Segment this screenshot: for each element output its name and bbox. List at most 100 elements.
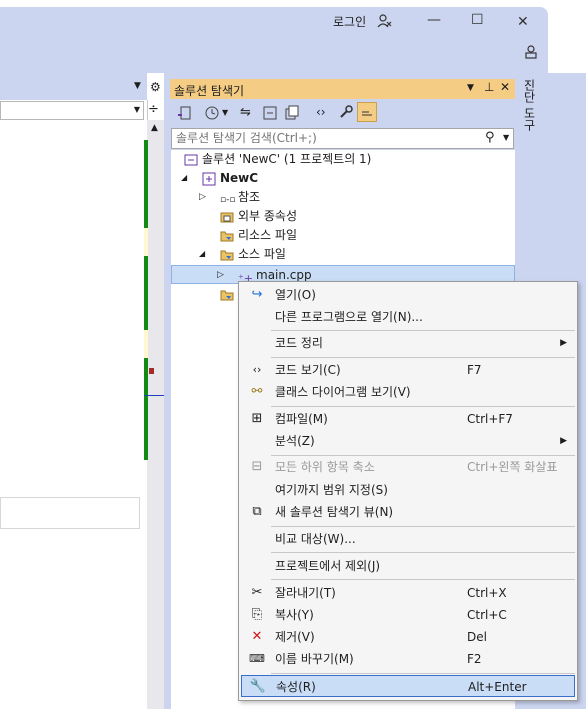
expand-arrow-icon[interactable]: ◢: [199, 249, 205, 258]
open-icon: ↪: [251, 287, 263, 302]
wrench-icon: 🔧: [249, 679, 267, 694]
menu-separator: [271, 526, 575, 527]
diagnostic-tools-tab[interactable]: 진단 도구: [522, 79, 538, 131]
history-icon[interactable]: [204, 105, 220, 124]
login-label[interactable]: 로그인: [333, 13, 366, 30]
tree-item-label: main.cpp: [256, 268, 312, 282]
menu-item-code-cleanup[interactable]: 코드 정리 ▶: [241, 332, 575, 354]
chevron-down-icon: ▼: [133, 105, 140, 114]
tree-item-references[interactable]: ▫-▫ 참조: [220, 188, 260, 207]
menu-item-scope-to-this[interactable]: 여기까지 범위 지정(S): [241, 479, 575, 501]
menu-item-view-code[interactable]: ‹› 코드 보기(C) F7: [241, 359, 575, 381]
editor-tab-strip: ▼: [0, 73, 147, 100]
solution-search-box[interactable]: ⚲ ▼: [171, 128, 514, 149]
search-icon[interactable]: ⚲: [485, 130, 495, 145]
account-icon[interactable]: [376, 13, 392, 32]
submenu-arrow-icon: ▶: [560, 338, 567, 348]
menu-separator: [271, 552, 575, 553]
rename-icon: ⌨: [249, 652, 265, 665]
tree-item-label: 리소스 파일: [238, 228, 298, 242]
cut-icon: ✂: [251, 585, 263, 600]
class-diagram-icon: ⚯: [251, 384, 263, 399]
code-view-icon[interactable]: ‹›: [316, 105, 326, 119]
chevron-down-icon[interactable]: ▼: [222, 108, 228, 117]
maximize-button[interactable]: ☐: [471, 12, 484, 28]
menu-item-properties[interactable]: 🔧 속성(R) Alt+Enter: [241, 675, 575, 697]
error-marker: [149, 368, 154, 374]
pin-icon[interactable]: ⊥: [484, 80, 494, 94]
menu-item-rename[interactable]: ⌨ 이름 바꾸기(M) F2: [241, 648, 575, 670]
solution-search-input[interactable]: [172, 129, 480, 147]
dropdown-arrow-icon[interactable]: ▼: [134, 81, 141, 91]
folder-icon: [220, 248, 234, 262]
tree-item-label: 외부 종속성: [238, 209, 298, 223]
menu-separator: [271, 357, 575, 358]
close-button[interactable]: ✕: [517, 14, 529, 30]
title-bar: [0, 7, 548, 73]
copy-icon: ⎘: [251, 607, 263, 622]
feedback-icon[interactable]: [523, 44, 539, 63]
tree-item-resource-files[interactable]: 리소스 파일: [220, 226, 297, 245]
menu-item-new-explorer-view[interactable]: ⧉ 새 솔루션 탐색기 뷰(N): [241, 501, 575, 523]
menu-separator: [271, 673, 575, 674]
change-marker: [144, 330, 148, 358]
show-all-files-icon[interactable]: [284, 105, 300, 124]
wrench-icon[interactable]: [338, 104, 354, 123]
menu-separator: [271, 406, 575, 407]
menu-item-compare-with[interactable]: 비교 대상(W)...: [241, 528, 575, 550]
panel-menu-icon[interactable]: ▼: [467, 83, 474, 93]
menu-item-class-diagram[interactable]: ⚯ 클래스 다이어그램 보기(V): [241, 381, 575, 403]
change-marker: [144, 228, 148, 256]
menu-separator: [271, 330, 575, 331]
tree-item-project[interactable]: NewC: [202, 169, 258, 188]
new-view-icon: ⧉: [252, 504, 262, 519]
solution-explorer-toolbar: ▼ ⇋ ‹›: [170, 100, 515, 127]
code-icon: ‹›: [252, 363, 262, 376]
menu-item-analyze[interactable]: 분석(Z) ▶: [241, 430, 575, 452]
collapse-all-icon[interactable]: [262, 105, 278, 124]
menu-item-compile[interactable]: ⊞ 컴파일(M) Ctrl+F7: [241, 408, 575, 430]
tree-item-header-files[interactable]: [220, 285, 238, 304]
editor-bottom-panel: [0, 497, 140, 529]
expand-arrow-icon[interactable]: ◢: [181, 173, 187, 182]
folder-icon: [220, 288, 234, 302]
tree-item-solution[interactable]: 솔루션 'NewC' (1 프로젝트의 1): [184, 150, 371, 169]
delete-icon: ✕: [251, 629, 263, 644]
tree-item-external-deps[interactable]: 외부 종속성: [220, 207, 297, 226]
chevron-down-icon[interactable]: ▼: [503, 133, 509, 142]
collapsed-arrow-icon[interactable]: ▷: [217, 266, 224, 285]
solution-explorer-title: 솔루션 탐색기: [174, 84, 245, 98]
tree-item-source-files[interactable]: 소스 파일: [220, 245, 286, 264]
code-editor[interactable]: [0, 100, 148, 709]
preview-selected-icon[interactable]: [357, 102, 377, 122]
close-icon[interactable]: ✕: [500, 80, 510, 94]
menu-item-open[interactable]: ↪ 열기(O): [241, 284, 575, 306]
external-deps-icon: [220, 210, 234, 224]
split-icon[interactable]: ÷: [148, 102, 159, 117]
menu-item-cut[interactable]: ✂ 잘라내기(T) Ctrl+X: [241, 582, 575, 604]
editor-scrollbar[interactable]: ▲: [147, 120, 164, 709]
menu-separator: [271, 579, 575, 580]
tree-item-label: 참조: [238, 190, 261, 204]
tree-item-label: 소스 파일: [238, 247, 286, 261]
editor-navigation-combo[interactable]: ▼: [0, 101, 144, 120]
change-tracking-bar: [144, 140, 148, 460]
caret-line-marker: [144, 395, 164, 396]
solution-icon: [184, 153, 198, 167]
menu-item-open-with[interactable]: 다른 프로그램으로 열기(N)...: [241, 306, 575, 328]
menu-item-copy[interactable]: ⎘ 복사(Y) Ctrl+C: [241, 604, 575, 626]
tree-item-label: NewC: [220, 171, 259, 185]
submenu-arrow-icon: ▶: [560, 436, 567, 446]
references-icon: ▫-▫: [220, 194, 236, 205]
gear-icon[interactable]: ⚙: [150, 80, 161, 94]
collapsed-arrow-icon[interactable]: ▷: [199, 192, 206, 202]
back-forward-icon[interactable]: ⇋: [240, 105, 251, 120]
menu-item-exclude-from-project[interactable]: 프로젝트에서 제외(J): [241, 555, 575, 577]
collapse-icon: ⊟: [251, 459, 263, 474]
minimize-button[interactable]: —: [427, 12, 441, 28]
menu-item-delete[interactable]: ✕ 제거(V) Del: [241, 626, 575, 648]
tree-item-label: 솔루션 'NewC' (1 프로젝트의 1): [202, 152, 372, 166]
project-icon: [202, 172, 216, 186]
scroll-up-icon[interactable]: ▲: [151, 123, 158, 133]
sync-icon[interactable]: [177, 105, 193, 124]
